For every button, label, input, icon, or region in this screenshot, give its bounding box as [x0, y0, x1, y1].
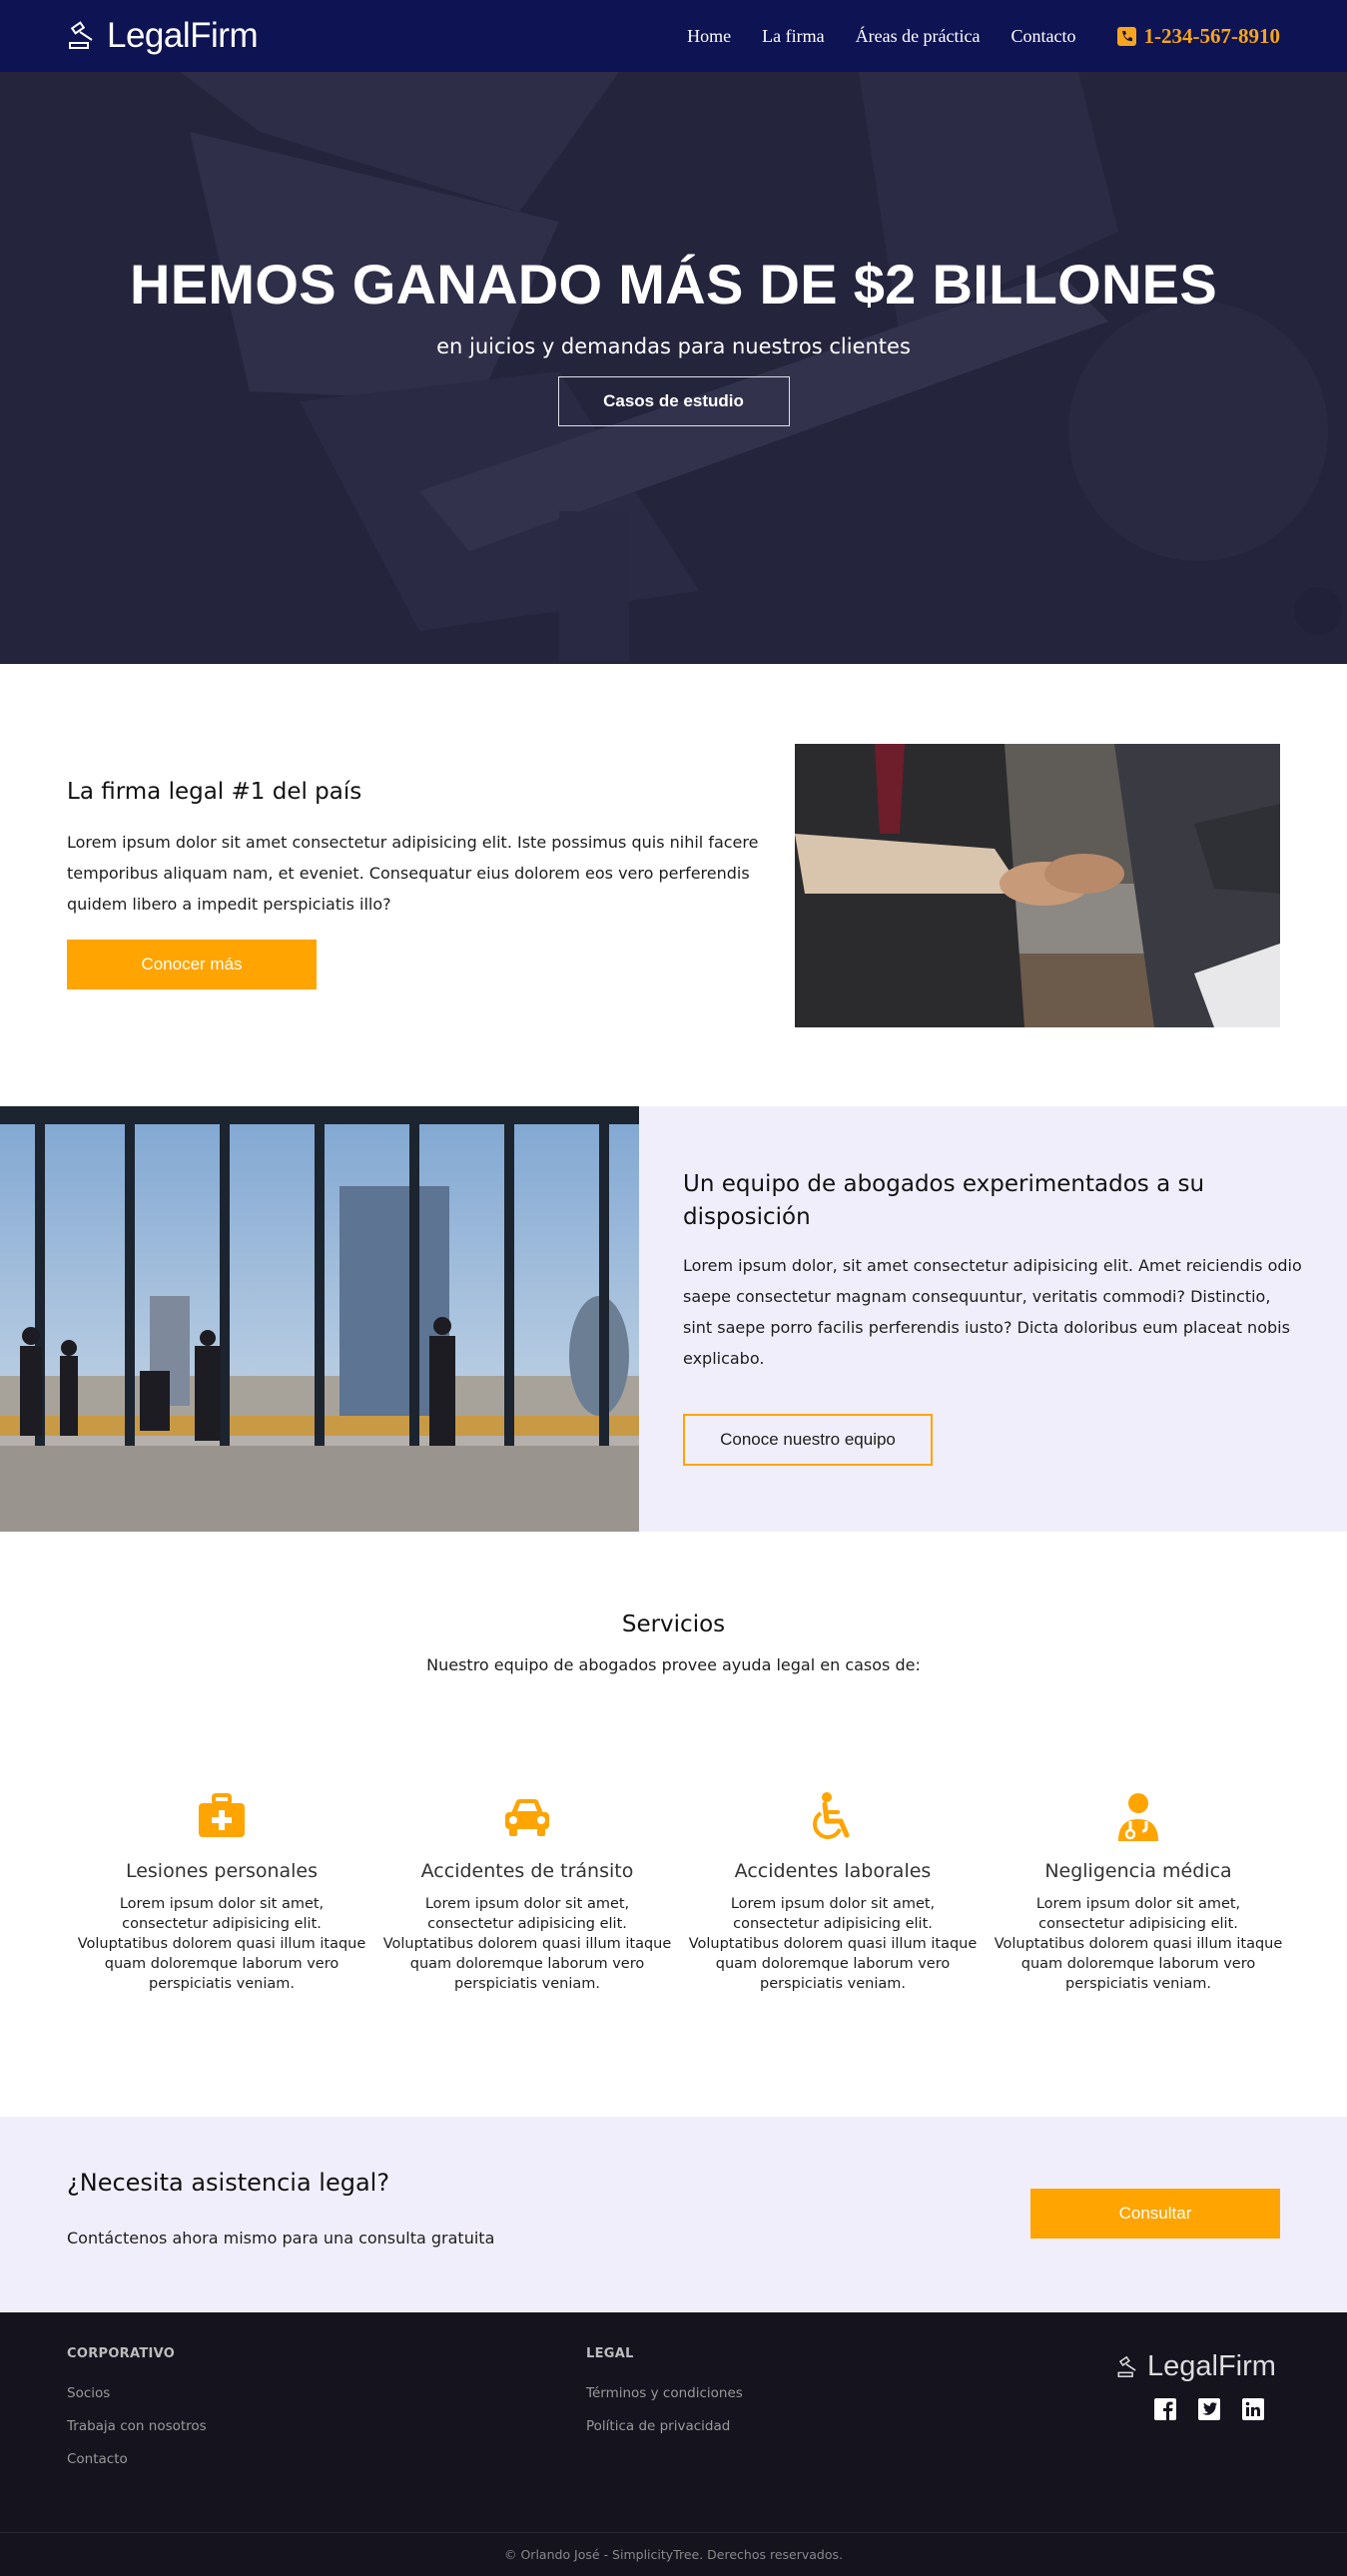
service-description: Lorem ipsum dolor sit amet, consectetur …: [688, 1896, 978, 1992]
car-icon: [505, 1799, 549, 1836]
service-title: Accidentes de tránsito: [420, 1860, 634, 1882]
doctor-icon: [1118, 1793, 1158, 1841]
footer-corporate-heading: CORPORATIVO: [67, 2346, 176, 2361]
footer-legal-column: LEGAL Términos y condiciones Política de…: [586, 2346, 743, 2451]
firm-description: Lorem ipsum dolor sit amet consectetur a…: [67, 833, 759, 914]
phone-link[interactable]: 1-234-567-8910: [1116, 23, 1280, 49]
linkedin-icon[interactable]: [1242, 2398, 1264, 2420]
service-title: Accidentes laborales: [734, 1860, 932, 1882]
twitter-icon[interactable]: [1198, 2398, 1220, 2420]
medkit-icon: [199, 1793, 245, 1837]
hero-background-image: [0, 72, 1347, 664]
site-footer: CORPORATIVO Socios Trabaja con nosotros …: [0, 2312, 1347, 2576]
services-lead: Nuestro equipo de abogados provee ayuda …: [426, 1655, 921, 1674]
learn-more-button[interactable]: Conocer más: [67, 940, 317, 989]
footer-link-socios[interactable]: Socios: [67, 2385, 207, 2401]
team-title: Un equipo de abogados experimentados a s…: [683, 1171, 1205, 1230]
service-description: Lorem ipsum dolor sit amet, consectetur …: [382, 1896, 672, 1992]
service-card: Negligencia médica Lorem ipsum dolor sit…: [994, 1791, 1283, 1994]
service-card: Accidentes de tránsito Lorem ipsum dolor…: [382, 1791, 672, 1994]
nav-link-contacto[interactable]: Contacto: [1011, 26, 1076, 47]
cta-title: ¿Necesita asistencia legal?: [67, 2169, 390, 2197]
firm-text-block: La firma legal #1 del país Lorem ipsum d…: [67, 779, 766, 989]
gavel-icon: [1117, 2355, 1136, 2377]
hero-banner: HEMOS GANADO MÁS DE $2 BILLONES en juici…: [0, 72, 1347, 664]
copyright-text: © Orlando José - SimplicityTree. Derecho…: [504, 2547, 843, 2562]
footer-link-terminos[interactable]: Términos y condiciones: [586, 2385, 743, 2401]
service-description: Lorem ipsum dolor sit amet, consectetur …: [994, 1896, 1283, 1992]
facebook-icon[interactable]: [1154, 2398, 1176, 2420]
service-card: Accidentes laborales Lorem ipsum dolor s…: [688, 1791, 978, 1994]
copyright-bar: © Orlando José - SimplicityTree. Derecho…: [0, 2532, 1347, 2576]
brand-logo[interactable]: LegalFirm: [67, 16, 259, 56]
team-button[interactable]: Conoce nuestro equipo: [683, 1414, 933, 1466]
footer-corporate-column: CORPORATIVO Socios Trabaja con nosotros …: [67, 2346, 207, 2484]
social-links: [1154, 2398, 1264, 2420]
service-card: Lesiones personales Lorem ipsum dolor si…: [77, 1791, 366, 1994]
nav-link-home[interactable]: Home: [687, 26, 731, 47]
firm-section: La firma legal #1 del país Lorem ipsum d…: [0, 664, 1347, 1106]
hero-title: HEMOS GANADO MÁS DE $2 BILLONES: [130, 253, 1217, 316]
footer-link-contacto[interactable]: Contacto: [67, 2451, 207, 2467]
consult-cta-section: ¿Necesita asistencia legal? Contáctenos …: [0, 2117, 1347, 2312]
service-description: Lorem ipsum dolor sit amet, consectetur …: [77, 1896, 366, 1992]
phone-number: 1-234-567-8910: [1143, 23, 1280, 48]
team-section: Un equipo de abogados experimentados a s…: [0, 1106, 1347, 1532]
footer-legal-heading: LEGAL: [586, 2346, 634, 2361]
services-section: Servicios Nuestro equipo de abogados pro…: [0, 1532, 1347, 2117]
top-navbar: LegalFirm Home La firma Áreas de práctic…: [0, 0, 1347, 72]
team-text-panel: Un equipo de abogados experimentados a s…: [639, 1106, 1347, 1532]
footer-link-trabaja[interactable]: Trabaja con nosotros: [67, 2418, 207, 2434]
main-menu: Home La firma Áreas de práctica Contacto…: [687, 24, 1280, 49]
cta-text: Contáctenos ahora mismo para una consult…: [67, 2229, 495, 2248]
service-title: Negligencia médica: [1044, 1860, 1232, 1882]
firm-title: La firma legal #1 del país: [67, 779, 362, 805]
footer-link-privacidad[interactable]: Política de privacidad: [586, 2418, 743, 2434]
footer-brand-logo[interactable]: LegalFirm: [1116, 2350, 1276, 2383]
consult-button[interactable]: Consultar: [1030, 2189, 1280, 2239]
hero-subtitle: en juicios y demandas para nuestros clie…: [436, 334, 911, 358]
brand-name: LegalFirm: [107, 16, 259, 55]
handshake-image: [795, 744, 1280, 1027]
services-grid: Lesiones personales Lorem ipsum dolor si…: [77, 1791, 1283, 1994]
phone-icon: [1116, 26, 1136, 46]
gavel-icon: [69, 21, 93, 49]
case-studies-button[interactable]: Casos de estudio: [557, 376, 790, 426]
nav-link-areas[interactable]: Áreas de práctica: [856, 26, 981, 47]
wheelchair-icon: [813, 1792, 850, 1839]
footer-brand-name: LegalFirm: [1147, 2350, 1276, 2382]
service-title: Lesiones personales: [125, 1860, 319, 1882]
office-windows-image: [0, 1106, 639, 1532]
services-title: Servicios: [621, 1611, 726, 1637]
nav-link-firma[interactable]: La firma: [762, 26, 824, 47]
team-description: Lorem ipsum dolor, sit amet consectetur …: [683, 1256, 1302, 1368]
